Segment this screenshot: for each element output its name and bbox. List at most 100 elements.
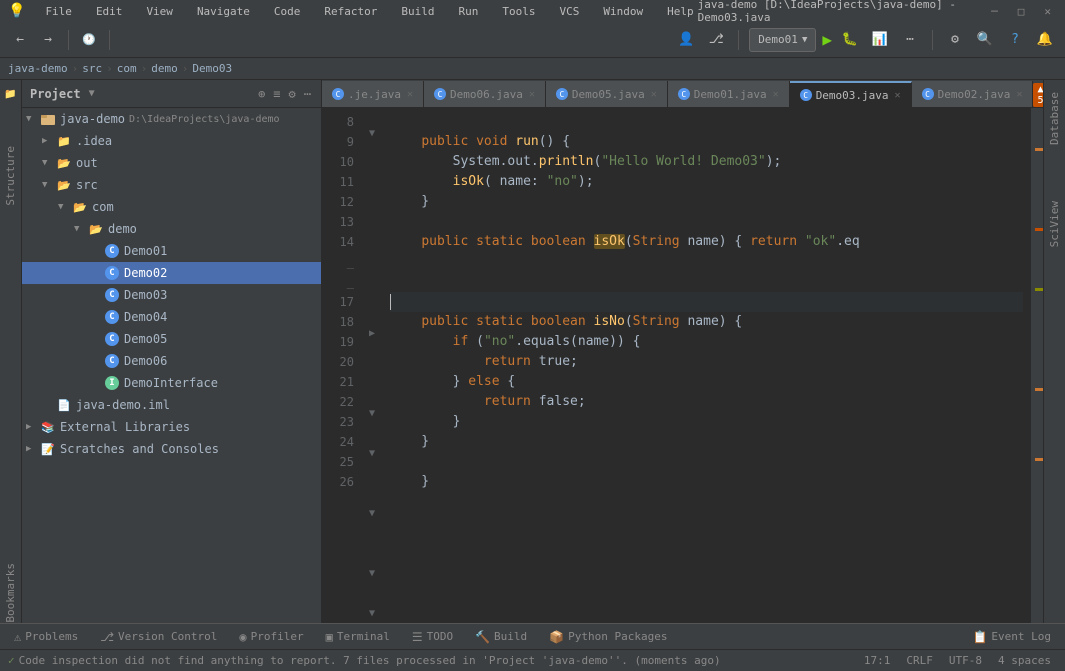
breadcrumb-src[interactable]: src (82, 62, 102, 75)
menu-help[interactable]: Help (663, 5, 698, 18)
warnings-badge[interactable]: ▲ 5 (1033, 83, 1043, 107)
structure-label[interactable]: Structure (2, 138, 19, 214)
back-button[interactable]: ← (8, 28, 32, 52)
settings-button[interactable]: ⚙ (943, 28, 967, 52)
tab-close-2-icon[interactable]: ✕ (529, 89, 535, 100)
tab-demo02[interactable]: C Demo02.java ✕ (912, 81, 1034, 107)
tab-close-3-icon[interactable]: ✕ (651, 89, 657, 100)
structure-tool-icon[interactable]: Structure (1, 166, 21, 186)
tree-item-demo05[interactable]: C Demo05 (22, 328, 321, 350)
vcs-icon[interactable]: ⎇ (704, 28, 728, 52)
version-control-tab[interactable]: ⎇ Version Control (90, 626, 227, 648)
bookmarks-label[interactable]: Bookmarks (2, 555, 19, 623)
run-button[interactable]: ▶ (822, 30, 832, 49)
tree-item-demo03[interactable]: C Demo03 (22, 284, 321, 306)
tree-item-root[interactable]: ▼ java-demo D:\IdeaProjects\java-demo (22, 108, 321, 130)
tab-demo05[interactable]: C Demo05.java ✕ (546, 81, 668, 107)
menu-file[interactable]: File (41, 5, 76, 18)
fold-9[interactable]: ▼ (362, 128, 382, 139)
build-tab[interactable]: 🔨 Build (465, 626, 537, 648)
menu-vcs[interactable]: VCS (556, 5, 584, 18)
forward-button[interactable]: → (36, 28, 60, 52)
tab-demo06[interactable]: C Demo06.java ✕ (424, 81, 546, 107)
menu-window[interactable]: Window (599, 5, 647, 18)
fold-14[interactable]: ▶ (362, 328, 382, 339)
database-panel-tab[interactable]: Database (1046, 84, 1063, 153)
tree-item-com[interactable]: ▼ 📂 com (22, 196, 321, 218)
tab-demo01[interactable]: C Demo01.java ✕ (668, 81, 790, 107)
project-tool-icon[interactable]: 📁 (1, 84, 21, 104)
code-editor[interactable]: public void run() { System.out.println("… (382, 108, 1031, 623)
menu-code[interactable]: Code (270, 5, 305, 18)
fold-19[interactable]: ▼ (362, 448, 382, 459)
tree-item-demo01[interactable]: C Demo01 (22, 240, 321, 262)
minimize-button[interactable]: ─ (985, 5, 1004, 18)
help-button[interactable]: ? (1003, 28, 1027, 52)
profiler-tab[interactable]: ◉ Profiler (229, 626, 313, 648)
project-locate-button[interactable]: ⊕ (256, 85, 267, 103)
menu-refactor[interactable]: Refactor (320, 5, 381, 18)
menu-navigate[interactable]: Navigate (193, 5, 254, 18)
main-area: 📁 Structure Bookmarks Project ▼ ⊕ ≡ ⚙ ⋯ … (0, 80, 1065, 623)
tab-close-4-icon[interactable]: ✕ (773, 89, 779, 100)
bookmarks-tool-icon[interactable]: Bookmarks (1, 583, 21, 603)
run-more-button[interactable]: ⋯ (898, 28, 922, 52)
tree-item-scratches[interactable]: ▶ 📝 Scratches and Consoles (22, 438, 321, 460)
tab-close-6-icon[interactable]: ✕ (1016, 89, 1022, 100)
event-log-tab[interactable]: 📋 Event Log (962, 626, 1061, 648)
terminal-tab[interactable]: ▣ Terminal (316, 626, 400, 648)
fold-21[interactable]: ▼ (362, 508, 382, 519)
problems-tab[interactable]: ⚠ Problems (4, 626, 88, 648)
tree-item-demoint[interactable]: I DemoInterface (22, 372, 321, 394)
menu-run[interactable]: Run (455, 5, 483, 18)
project-dropdown-icon[interactable]: ▼ (89, 88, 95, 99)
menu-edit[interactable]: Edit (92, 5, 127, 18)
project-collapse-button[interactable]: ≡ (271, 85, 282, 103)
project-options-button[interactable]: ⋯ (302, 85, 313, 103)
search-button[interactable]: 🔍 (973, 28, 997, 52)
tree-item-out[interactable]: ▼ 📂 out (22, 152, 321, 174)
tree-item-demo[interactable]: ▼ 📂 demo (22, 218, 321, 240)
notifications-button[interactable]: 🔔 (1033, 28, 1057, 52)
tree-item-idea[interactable]: ▶ 📁 .idea (22, 130, 321, 152)
fold-24[interactable]: ▼ (362, 608, 382, 619)
project-settings-button[interactable]: ⚙ (287, 85, 298, 103)
maximize-button[interactable]: □ (1012, 5, 1031, 18)
fold-18[interactable]: ▼ (362, 408, 382, 419)
run-config-selector[interactable]: Demo01 ▼ (749, 28, 816, 52)
tab-close-5-icon[interactable]: ✕ (895, 90, 901, 101)
run-coverage-button[interactable]: 📊 (868, 28, 892, 52)
tab-demo03[interactable]: C Demo03.java ✕ (790, 81, 912, 107)
encoding[interactable]: UTF-8 (943, 654, 988, 667)
tree-item-extlibs[interactable]: ▶ 📚 External Libraries (22, 416, 321, 438)
tree-item-src[interactable]: ▼ 📂 src (22, 174, 321, 196)
vertical-scrollbar[interactable] (1031, 108, 1043, 623)
tree-item-iml[interactable]: 📄 java-demo.iml (22, 394, 321, 416)
sciview-panel-tab[interactable]: SciView (1046, 193, 1063, 255)
menu-build[interactable]: Build (397, 5, 438, 18)
user-icon[interactable]: 👤 (674, 28, 698, 52)
breadcrumb-com[interactable]: com (117, 62, 137, 75)
tree-item-demo06[interactable]: C Demo06 (22, 350, 321, 372)
menu-view[interactable]: View (142, 5, 177, 18)
tree-item-demo02[interactable]: C Demo02 (22, 262, 321, 284)
breadcrumb-root[interactable]: java-demo (8, 62, 68, 75)
tab-icon-6: C (922, 88, 934, 100)
line-ending[interactable]: CRLF (900, 654, 939, 667)
tree-item-demo04[interactable]: C Demo04 (22, 306, 321, 328)
menu-tools[interactable]: Tools (498, 5, 539, 18)
cursor-position[interactable]: 17:1 (858, 654, 897, 667)
indent-setting[interactable]: 4 spaces (992, 654, 1057, 667)
debug-button[interactable]: 🐛 (838, 28, 862, 52)
breadcrumb-demo[interactable]: demo (151, 62, 178, 75)
tab-je-java[interactable]: C .je.java ✕ (322, 81, 424, 107)
todo-tab[interactable]: ☰ TODO (402, 626, 463, 648)
close-button[interactable]: ✕ (1038, 5, 1057, 18)
python-packages-tab[interactable]: 📦 Python Packages (539, 626, 677, 648)
recent-files-button[interactable]: 🕐 (77, 28, 101, 52)
editor-area[interactable]: 8 9 10 11 12 13 14 _ _ 17 18 19 20 21 22… (322, 108, 1043, 623)
fold-23[interactable]: ▼ (362, 568, 382, 579)
right-bottom-actions: 📋 Event Log (962, 626, 1061, 648)
tab-close-icon[interactable]: ✕ (407, 89, 413, 100)
breadcrumb-class[interactable]: Demo03 (192, 62, 232, 75)
